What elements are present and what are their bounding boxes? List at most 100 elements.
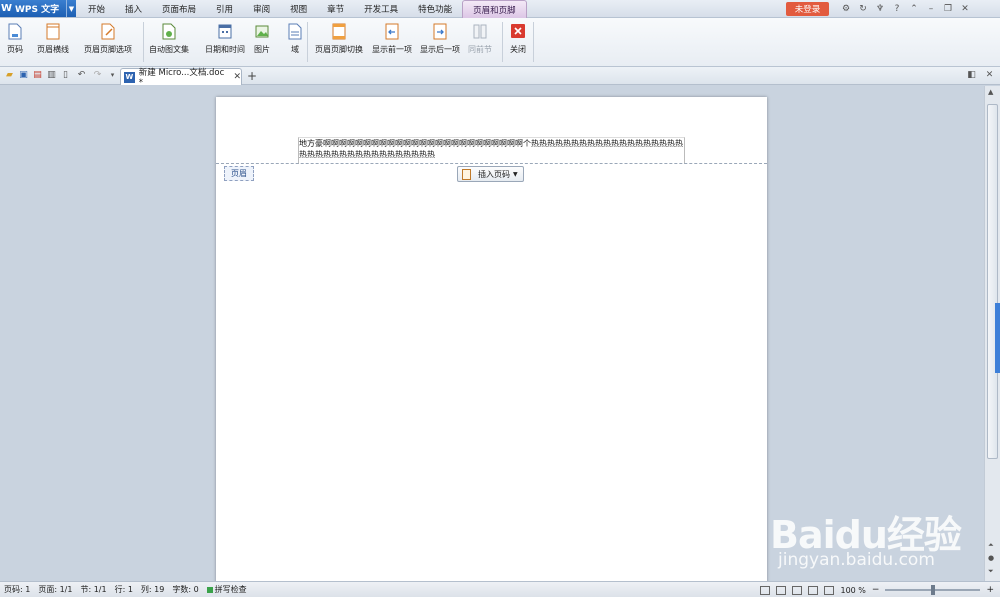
full-screen-icon[interactable] [760,585,771,595]
app-name: WPS 文字 [15,5,60,15]
spell-check-label: 拼写检查 [214,585,247,594]
export-pdf-icon[interactable]: ▤ [32,70,43,81]
refresh-icon[interactable]: ↻ [857,4,869,14]
same-as-previous-label: 同前节 [468,45,492,54]
zoom-in-icon[interactable]: + [986,585,994,595]
page-number-icon [462,168,471,180]
save-icon[interactable]: ▣ [18,70,29,81]
tab-references[interactable]: 引用 [206,0,243,18]
print-icon[interactable]: ▥ [46,70,57,81]
spell-check-icon [206,586,213,593]
panel-toggle-icon[interactable]: ◧ [966,70,977,81]
ribbon-separator [533,22,534,62]
scrollbar-thumb[interactable] [987,104,998,459]
previous-page-icon[interactable]: ⏶ [988,541,994,550]
undo-icon[interactable]: ↶ [76,70,87,81]
picture-icon [253,22,271,40]
status-page-number: 页码: 1 [4,585,31,594]
tab-chapter[interactable]: 章节 [317,0,354,18]
read-mode-icon[interactable] [824,585,835,595]
zoom-slider-knob[interactable] [931,585,936,595]
auto-text-icon [160,22,178,40]
scroll-up-icon[interactable]: ▲ [988,88,993,96]
tab-features[interactable]: 特色功能 [408,0,462,18]
tab-home[interactable]: 开始 [78,0,115,18]
header-line-button[interactable]: 页眉横线 [37,22,69,55]
title-icons: ⚙ ↻ ♆ ? ⌃ – ❐ ✕ [840,2,971,16]
switch-header-footer-icon [330,22,348,40]
login-button[interactable]: 未登录 [786,2,829,16]
web-view-icon[interactable] [808,585,819,595]
status-section: 节: 1/1 [80,585,107,594]
redo-icon[interactable]: ↷ [92,70,103,81]
show-previous-label: 显示前一项 [372,45,412,54]
document-page[interactable]: 地方豪啊啊啊啊啊啊啊啊啊啊啊啊啊啊啊啊啊啊啊啊啊啊啊啊啊个热热热热热热热热热热热… [216,97,767,587]
same-as-previous-button: 同前节 [468,22,492,55]
zoom-level[interactable]: 100 % [840,586,865,595]
next-page-icon[interactable]: ⏷ [988,567,994,576]
tab-review[interactable]: 审阅 [243,0,280,18]
chevron-down-icon: ▼ [513,170,518,178]
header-footer-options-button[interactable]: 页眉页脚选项 [84,22,132,55]
field-button[interactable]: 域 [286,22,304,55]
show-previous-button[interactable]: 显示前一项 [372,22,412,55]
header-text[interactable]: 地方豪啊啊啊啊啊啊啊啊啊啊啊啊啊啊啊啊啊啊啊啊啊啊啊啊啊个热热热热热热热热热热热… [299,138,685,160]
zoom-slider[interactable] [885,585,981,595]
close-icon[interactable]: ✕ [959,4,971,14]
menu-tabs: 开始 插入 页面布局 引用 审阅 视图 章节 开发工具 特色功能 页眉和页脚 [78,0,527,18]
switch-header-footer-button[interactable]: 页眉页脚切换 [315,22,363,55]
link-sections-icon [471,22,489,40]
page-view-icon[interactable] [776,585,787,595]
calendar-icon [216,22,234,40]
page-number-button[interactable]: 页码 [6,22,24,55]
ribbon: 页码 页眉横线 页眉页脚选项 自动图文集 日期和时间 图片 域 页眉页脚切换 显… [0,18,1000,67]
watermark-url: jingyan.baidu.com [778,550,935,570]
zoom-out-icon[interactable]: − [872,585,880,595]
status-column: 列: 19 [140,585,165,594]
date-time-label: 日期和时间 [205,45,245,54]
show-next-button[interactable]: 显示后一项 [420,22,460,55]
select-browse-icon[interactable]: ● [988,554,994,562]
collapse-ribbon-icon[interactable]: ⌃ [908,4,920,14]
tab-header-footer[interactable]: 页眉和页脚 [462,0,527,18]
skin-icon[interactable]: ♆ [874,4,886,14]
close-tab-icon[interactable]: ✕ [233,72,241,82]
help-icon[interactable]: ? [891,4,903,14]
status-pages: 页面: 1/1 [38,585,73,594]
close-header-footer-button[interactable]: 关闭 [509,22,527,55]
title-bar: W WPS 文字 ▼ 开始 插入 页面布局 引用 审阅 视图 章节 开发工具 特… [0,0,1000,18]
new-tab-icon[interactable]: + [247,69,257,83]
picture-button[interactable]: 图片 [253,22,271,55]
tab-developer[interactable]: 开发工具 [354,0,408,18]
tab-view[interactable]: 视图 [280,0,317,18]
minimize-icon[interactable]: – [925,4,937,14]
ribbon-separator [307,22,308,62]
open-folder-icon[interactable]: ▰ [4,70,15,81]
document-tab[interactable]: W 新建 Micro...文档.doc * ✕ [120,68,242,88]
field-label: 域 [291,45,299,54]
tab-insert[interactable]: 插入 [115,0,152,18]
chevron-down-icon[interactable]: ▼ [66,0,76,17]
header-boundary-line [216,163,767,164]
outline-view-icon[interactable] [792,585,803,595]
customize-toolbar-icon[interactable]: ▾ [107,70,118,81]
insert-page-number-button[interactable]: 插入页码 ▼ [457,166,524,182]
auto-text-button[interactable]: 自动图文集 [149,22,189,55]
spell-check-toggle[interactable]: 拼写检查 [203,584,251,595]
ribbon-separator [502,22,503,62]
status-row: 行: 1 [114,585,133,594]
field-icon [286,22,304,40]
insert-page-number-label: 插入页码 [478,169,510,179]
app-menu-button[interactable]: W WPS 文字 ▼ [0,0,76,17]
date-time-button[interactable]: 日期和时间 [205,22,245,55]
status-word-count[interactable]: 字数: 0 [168,584,202,595]
print-preview-icon[interactable]: ▯ [60,70,71,81]
restore-icon[interactable]: ❐ [942,4,954,14]
quick-access-toolbar: ▰ ▣ ▤ ▥ ▯ ↶ ↷ ▾ W 新建 Micro...文档.doc * ✕ … [0,67,1000,88]
document-tab-title: 新建 Micro...文档.doc * [138,68,225,88]
settings-icon[interactable]: ⚙ [840,4,852,14]
panel-close-icon[interactable]: ✕ [984,70,995,81]
side-panel-tab[interactable] [995,303,1000,373]
tab-page-layout[interactable]: 页面布局 [152,0,206,18]
view-controls: 100 % − + [760,583,994,597]
